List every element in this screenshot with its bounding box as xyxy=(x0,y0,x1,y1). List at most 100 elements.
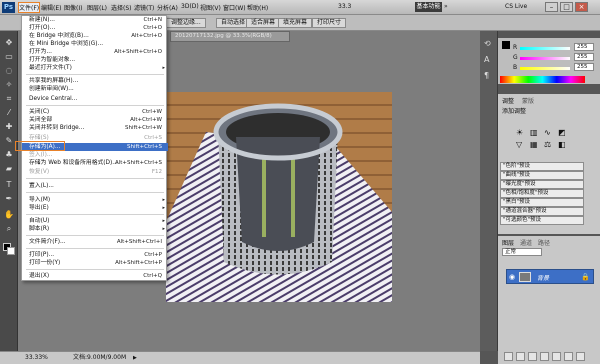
menu-edit[interactable]: 编辑(E) xyxy=(41,3,61,12)
menu-analysis[interactable]: 分析(A) xyxy=(157,3,178,12)
status-arrow-icon[interactable]: ▶ xyxy=(133,352,137,364)
trash-icon[interactable] xyxy=(576,352,585,361)
clone-stamp-tool-icon[interactable]: ♣ xyxy=(4,151,14,159)
menu-item-print[interactable]: 打印(P)... Ctrl+P xyxy=(22,251,168,259)
preset-hue-saturation[interactable]: "色相/饱和度"预设 xyxy=(500,189,584,198)
background-color-swatch[interactable] xyxy=(7,247,15,255)
marquee-tool-icon[interactable]: ▭ xyxy=(4,53,14,61)
lasso-tool-icon[interactable]: ◌ xyxy=(4,67,14,75)
layer-style-icon[interactable] xyxy=(516,352,525,361)
minimize-button[interactable]: – xyxy=(545,2,558,12)
link-layers-icon[interactable] xyxy=(504,352,513,361)
fit-screen-button[interactable]: 适合屏幕 xyxy=(246,18,281,28)
menu-item-export[interactable]: 导出(E) ▸ xyxy=(22,204,168,212)
workspace-more-chevron[interactable]: » xyxy=(444,3,448,10)
eyedropper-tool-icon[interactable]: ⁄ xyxy=(4,109,14,117)
text-tool-icon[interactable]: T xyxy=(4,181,14,189)
eraser-tool-icon[interactable]: ▰ xyxy=(4,165,14,173)
blend-mode-select[interactable]: 正常 xyxy=(502,248,542,256)
status-doc-info[interactable]: 文档:9.00M/9.00M xyxy=(73,352,126,364)
color-balance-icon[interactable]: ⚖ xyxy=(544,140,551,149)
menu-layer[interactable]: 图层(L) xyxy=(87,3,107,12)
menu-item-revert[interactable]: 恢复(V) F12 xyxy=(22,168,168,176)
menu-window[interactable]: 窗口(W) xyxy=(223,3,246,12)
menu-item-close-goto-bridge[interactable]: 关闭并转到 Bridge... Shift+Ctrl+W xyxy=(22,124,168,132)
menu-item-create-review[interactable]: 创建新审阅(W)... xyxy=(22,85,168,93)
workspace-switcher[interactable]: 基本功能 xyxy=(415,2,442,12)
blue-value-input[interactable]: 255 xyxy=(574,63,594,71)
curves-icon[interactable]: ∿ xyxy=(544,128,551,137)
hue-saturation-icon[interactable]: ▦ xyxy=(530,140,538,149)
new-layer-icon[interactable] xyxy=(564,352,573,361)
zoom-level[interactable]: 33.3 xyxy=(338,3,351,10)
paragraph-panel-icon[interactable]: ¶ xyxy=(484,71,489,80)
vibrance-icon[interactable]: ▽ xyxy=(516,140,522,149)
preset-exposure[interactable]: "曝光度"预设 xyxy=(500,180,584,189)
menu-item-browse-bridge[interactable]: 在 Bridge 中浏览(B)... Alt+Ctrl+O xyxy=(22,32,168,40)
maximize-button[interactable]: □ xyxy=(560,2,573,12)
print-size-button[interactable]: 打印尺寸 xyxy=(312,18,347,28)
brush-tool-icon[interactable]: ✎ xyxy=(4,137,14,145)
menu-file[interactable]: 文件(F) xyxy=(17,2,41,13)
menu-item-device-central[interactable]: Device Central... xyxy=(22,95,168,103)
menu-filter[interactable]: 滤镜(T) xyxy=(134,3,154,12)
brightness-contrast-icon[interactable]: ☀ xyxy=(516,128,523,137)
menu-image[interactable]: 图像(I) xyxy=(64,3,82,12)
menu-item-close[interactable]: 关闭(C) Ctrl+W xyxy=(22,108,168,116)
add-mask-icon[interactable] xyxy=(528,352,537,361)
auto-select-button[interactable]: 自动选择 xyxy=(216,18,251,28)
menu-item-open-as[interactable]: 打开为... Alt+Shift+Ctrl+O xyxy=(22,48,168,56)
layer-row-background[interactable]: ◉ 背景 🔒 xyxy=(506,269,594,284)
menu-item-save-for-web[interactable]: 存储为 Web 和设备所用格式(D)... Alt+Shift+Ctrl+S xyxy=(22,159,168,167)
tab-channels[interactable]: 通道 xyxy=(520,238,532,247)
menu-item-close-all[interactable]: 关闭全部 Alt+Ctrl+W xyxy=(22,116,168,124)
close-window-button[interactable]: × xyxy=(575,2,588,12)
move-tool-icon[interactable]: ✥ xyxy=(4,39,14,47)
tab-paths[interactable]: 路径 xyxy=(538,238,550,247)
new-adjustment-icon[interactable] xyxy=(540,352,549,361)
new-group-icon[interactable] xyxy=(552,352,561,361)
fg-color-chip[interactable] xyxy=(502,41,510,49)
character-panel-icon[interactable]: A xyxy=(484,55,489,64)
menu-item-print-one-copy[interactable]: 打印一份(Y) Alt+Shift+Ctrl+P xyxy=(22,259,168,267)
menu-item-open-smart-object[interactable]: 打开为智能对象... xyxy=(22,56,168,64)
menu-item-automate[interactable]: 自动(U) ▸ xyxy=(22,217,168,225)
status-zoom[interactable]: 33.33% xyxy=(25,352,48,364)
preset-curves[interactable]: "曲线"预设 xyxy=(500,171,584,180)
menu-item-share-screen[interactable]: 共享我的屏幕(H)... xyxy=(22,77,168,85)
green-value-input[interactable]: 255 xyxy=(574,53,594,61)
history-panel-icon[interactable]: ⟲ xyxy=(484,39,491,48)
zoom-tool-icon[interactable]: ⌕ xyxy=(4,225,14,233)
preset-levels[interactable]: "色阶"预设 xyxy=(500,162,584,171)
menu-item-browse-mini-bridge[interactable]: 在 Mini Bridge 中浏览(G)... xyxy=(22,40,168,48)
canvas-image[interactable] xyxy=(166,92,392,302)
menu-item-new[interactable]: 新建(N)... Ctrl+N xyxy=(22,16,168,24)
red-slider[interactable] xyxy=(520,47,570,50)
preset-black-white[interactable]: "黑白"预设 xyxy=(500,198,584,207)
eye-visibility-icon[interactable]: ◉ xyxy=(509,273,515,281)
document-tab[interactable]: 20120717132.jpg @ 33.3%(RGB/8) xyxy=(170,31,290,42)
menu-item-open[interactable]: 打开(O)... Ctrl+O xyxy=(22,24,168,32)
exposure-icon[interactable]: ◩ xyxy=(558,128,566,137)
menu-item-recent-files[interactable]: 最近打开文件(T) ▸ xyxy=(22,64,168,72)
refine-edge-button[interactable]: 调整边缘... xyxy=(166,18,206,28)
red-value-input[interactable]: 255 xyxy=(574,43,594,51)
layer-name[interactable]: 背景 xyxy=(537,273,549,282)
preset-channel-mixer[interactable]: "通道混合器"预设 xyxy=(500,207,584,216)
preset-selective-color[interactable]: "可选颜色"预设 xyxy=(500,216,584,225)
cs-live-button[interactable]: CS Live xyxy=(505,3,527,10)
menu-item-place[interactable]: 置入(L)... xyxy=(22,182,168,190)
menu-item-import[interactable]: 导入(M) ▸ xyxy=(22,196,168,204)
black-white-icon[interactable]: ◧ xyxy=(558,140,566,149)
tab-layers[interactable]: 图层 xyxy=(502,238,514,247)
menu-item-file-info[interactable]: 文件简介(F)... Alt+Shift+Ctrl+I xyxy=(22,238,168,246)
hand-tool-icon[interactable]: ✋ xyxy=(4,211,14,219)
menu-item-check-in[interactable]: 签入(I)... xyxy=(22,151,168,159)
menu-help[interactable]: 帮助(H) xyxy=(247,3,268,12)
fill-screen-button[interactable]: 填充屏幕 xyxy=(278,18,313,28)
healing-brush-tool-icon[interactable]: ✚ xyxy=(4,123,14,131)
menu-select[interactable]: 选择(S) xyxy=(111,3,132,12)
color-spectrum-bar[interactable] xyxy=(500,76,585,83)
menu-3d[interactable]: 3D(D) xyxy=(181,3,199,10)
crop-tool-icon[interactable]: ⌗ xyxy=(4,95,14,103)
